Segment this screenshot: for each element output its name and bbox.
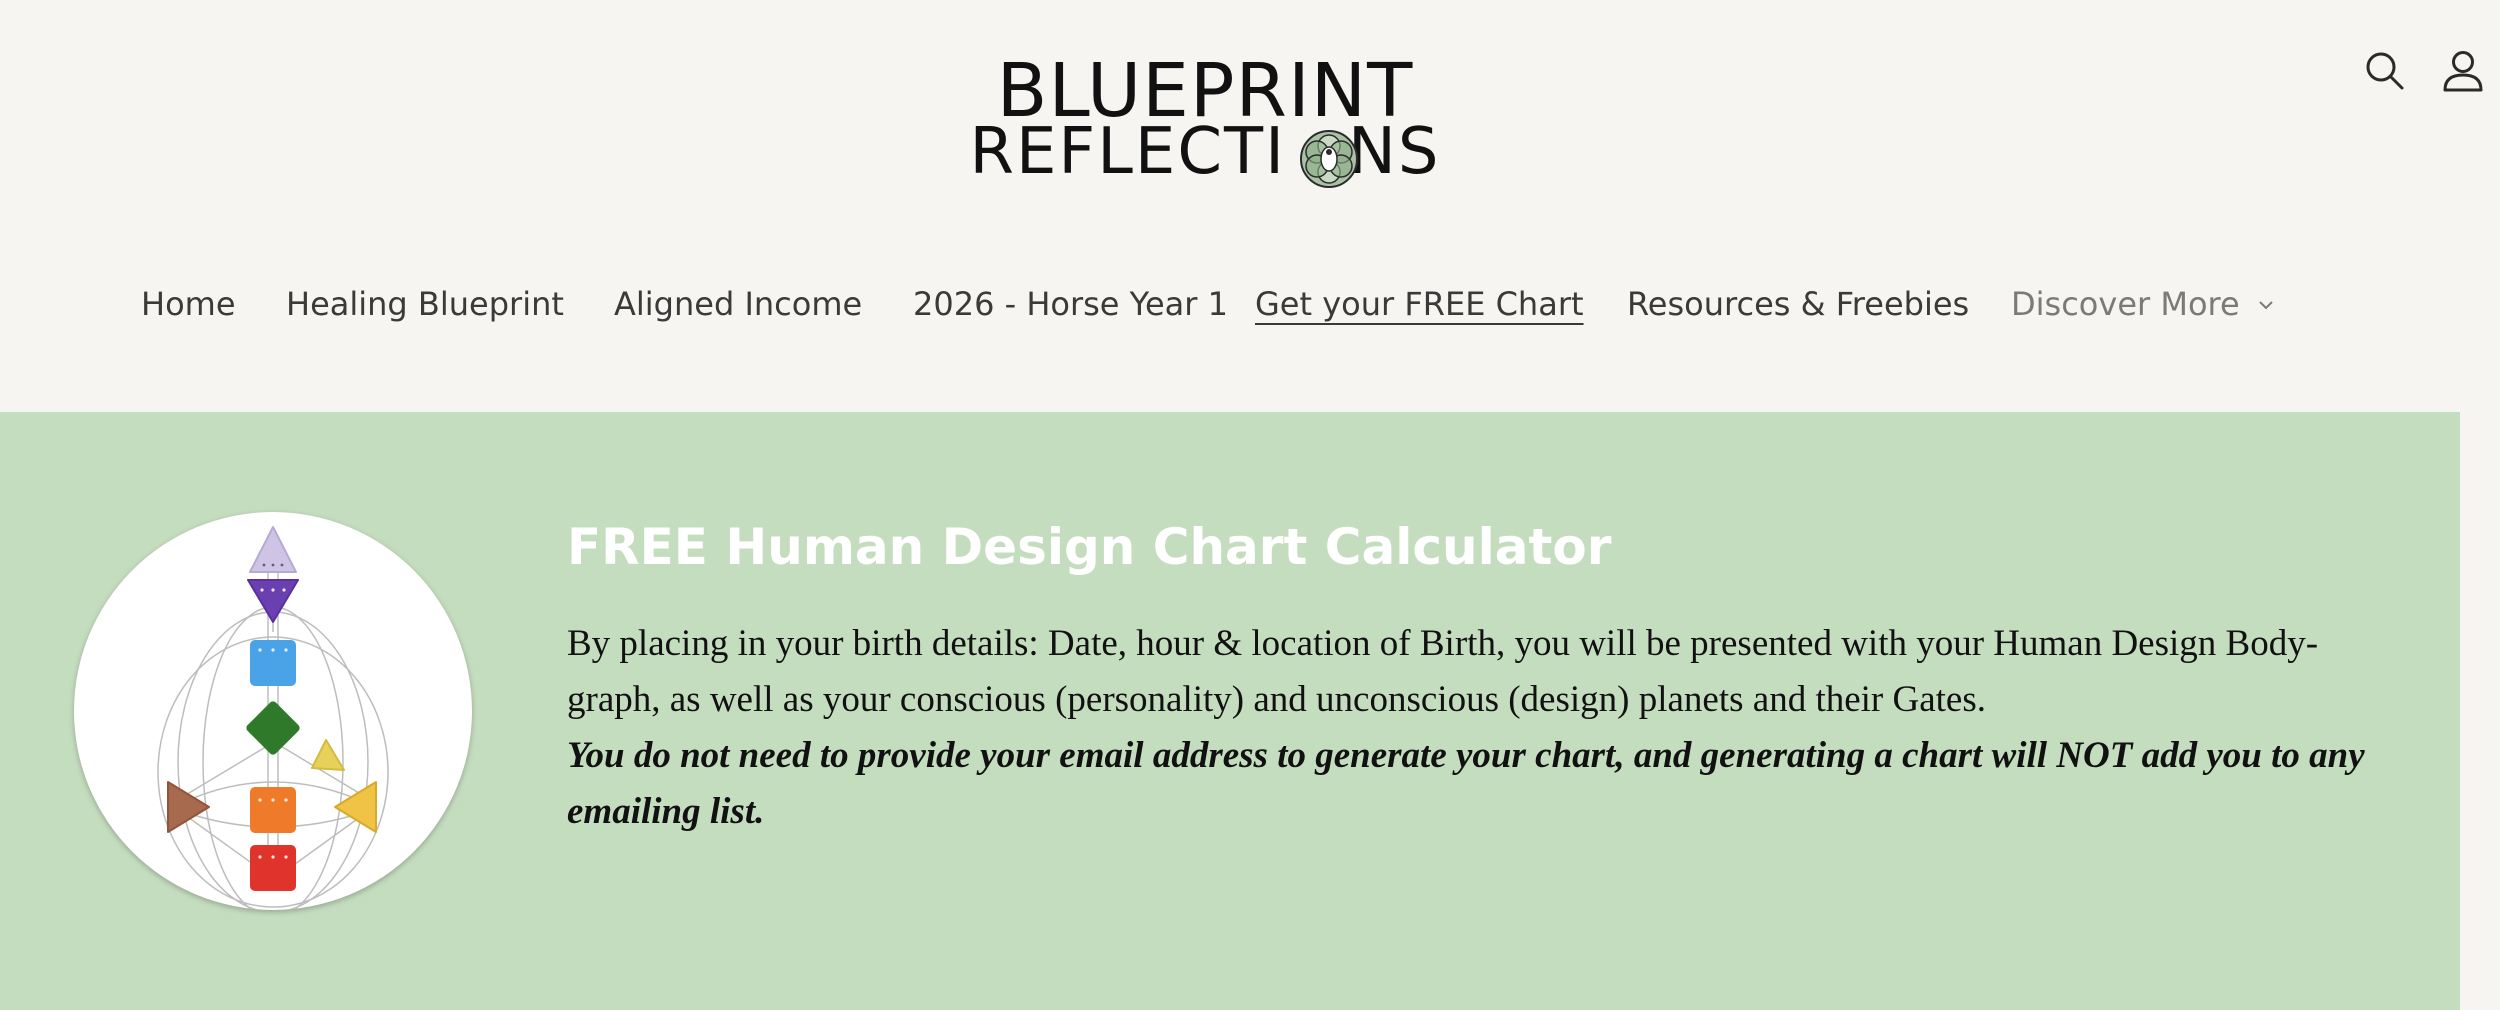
account-icon[interactable]	[2440, 48, 2486, 94]
nav-item-healing-blueprint[interactable]: Healing Blueprint	[286, 280, 564, 328]
heart-center	[311, 739, 345, 771]
logo-line-2-suffix: NS	[1347, 115, 1441, 189]
bodygraph-illustration	[157, 526, 389, 910]
page-title: FREE Human Design Chart Calculator	[567, 518, 1612, 576]
discover-more-label: Discover More	[2011, 285, 2240, 323]
logo-line-2: REFLECTI NS	[955, 120, 1455, 184]
root-center	[250, 845, 296, 891]
main-navigation: Home Healing Blueprint Aligned Income 20…	[0, 280, 2500, 328]
chevron-down-icon	[2259, 301, 2273, 310]
nav-item-discover-more[interactable]: Discover More	[2011, 280, 2274, 328]
flower-of-life-icon	[1300, 130, 1358, 188]
solar-plexus-center	[334, 781, 377, 833]
nav-item-aligned-income[interactable]: Aligned Income	[614, 280, 862, 328]
site-logo[interactable]: BLUEPRINT REFLECTI NS	[955, 50, 1455, 190]
description-text: By placing in your birth details: Date, …	[567, 623, 2319, 720]
email-notice: You do not need to provide your email ad…	[567, 735, 2365, 832]
nav-item-horse-year[interactable]: 2026 - Horse Year 1	[913, 280, 1228, 328]
bodygraph-image	[74, 512, 472, 910]
search-icon[interactable]	[2362, 48, 2408, 94]
g-center	[246, 701, 300, 755]
nav-item-home[interactable]: Home	[141, 280, 236, 328]
nav-item-free-chart[interactable]: Get your FREE Chart	[1255, 280, 1584, 328]
throat-center	[250, 640, 296, 686]
banner-description: By placing in your birth details: Date, …	[567, 616, 2367, 840]
chart-calculator-banner: FREE Human Design Chart Calculator By pl…	[0, 412, 2460, 1010]
sacral-center	[250, 787, 296, 833]
site-header: BLUEPRINT REFLECTI NS Home Healing Bluepr…	[0, 0, 2500, 412]
ajna-center	[247, 579, 299, 623]
spleen-center	[167, 781, 210, 833]
logo-line-2-prefix: REFLECTI	[969, 115, 1286, 189]
nav-item-resources[interactable]: Resources & Freebies	[1627, 280, 1969, 328]
